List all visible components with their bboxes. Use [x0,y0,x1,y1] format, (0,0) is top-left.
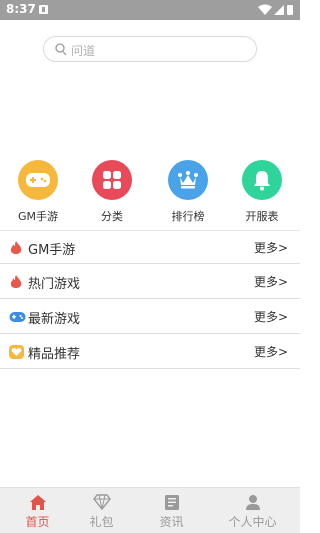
diamond-icon [92,493,112,511]
section-row-hot-games[interactable]: 热门游戏 更多> [0,265,300,299]
signal-icon [274,5,284,15]
gamepad-icon [18,160,58,200]
category-label: 分类 [101,210,123,223]
section-row-featured[interactable]: 精品推荐 更多> [0,335,300,369]
section-title: GM手游 [28,243,76,258]
person-icon [243,493,263,511]
category-ranking[interactable]: 排行榜 [158,160,218,224]
flame-icon [10,241,22,254]
more-link[interactable]: 更多> [254,308,288,325]
heart-icon [9,345,24,359]
section-row-gm-games[interactable]: GM手游 更多> [0,230,300,264]
wifi-icon [258,4,272,15]
category-server-list[interactable]: 开服表 [232,160,292,224]
category-gm-games[interactable]: GM手游 [8,160,68,224]
tab-profile[interactable]: 个人中心 [215,488,290,533]
tab-gift[interactable]: 礼包 [64,488,139,533]
bell-icon [242,160,282,200]
more-link[interactable]: 更多> [254,239,288,256]
tab-label: 礼包 [89,515,114,529]
category-classify[interactable]: 分类 [82,160,142,224]
more-link[interactable]: 更多> [254,343,288,360]
news-icon [162,493,182,511]
tab-news[interactable]: 资讯 [134,488,209,533]
controller-icon [9,312,26,322]
status-bar: 8:37 [0,0,300,20]
bottom-tab-bar: 首页 礼包 资讯 个人中心 [0,487,300,533]
section-title: 精品推荐 [28,347,81,362]
search-bar[interactable]: 问道 [43,36,257,62]
status-time: 8:37 [6,2,36,16]
home-icon [28,493,48,511]
notification-icon [39,5,48,14]
category-label: 排行榜 [171,210,205,223]
tab-label: 个人中心 [228,515,277,529]
status-icons [258,4,294,16]
search-placeholder[interactable]: 问道 [71,42,95,59]
battery-icon [287,5,293,15]
tab-label: 资讯 [159,515,184,529]
crown-icon [168,160,208,200]
section-row-new-games[interactable]: 最新游戏 更多> [0,300,300,334]
search-icon [55,43,67,56]
section-title: 最新游戏 [28,312,81,327]
more-link[interactable]: 更多> [254,273,288,290]
category-label: GM手游 [17,210,58,223]
category-label: 开服表 [245,210,279,223]
section-title: 热门游戏 [28,277,81,292]
flame-icon [10,275,22,288]
grid-icon [92,160,132,200]
